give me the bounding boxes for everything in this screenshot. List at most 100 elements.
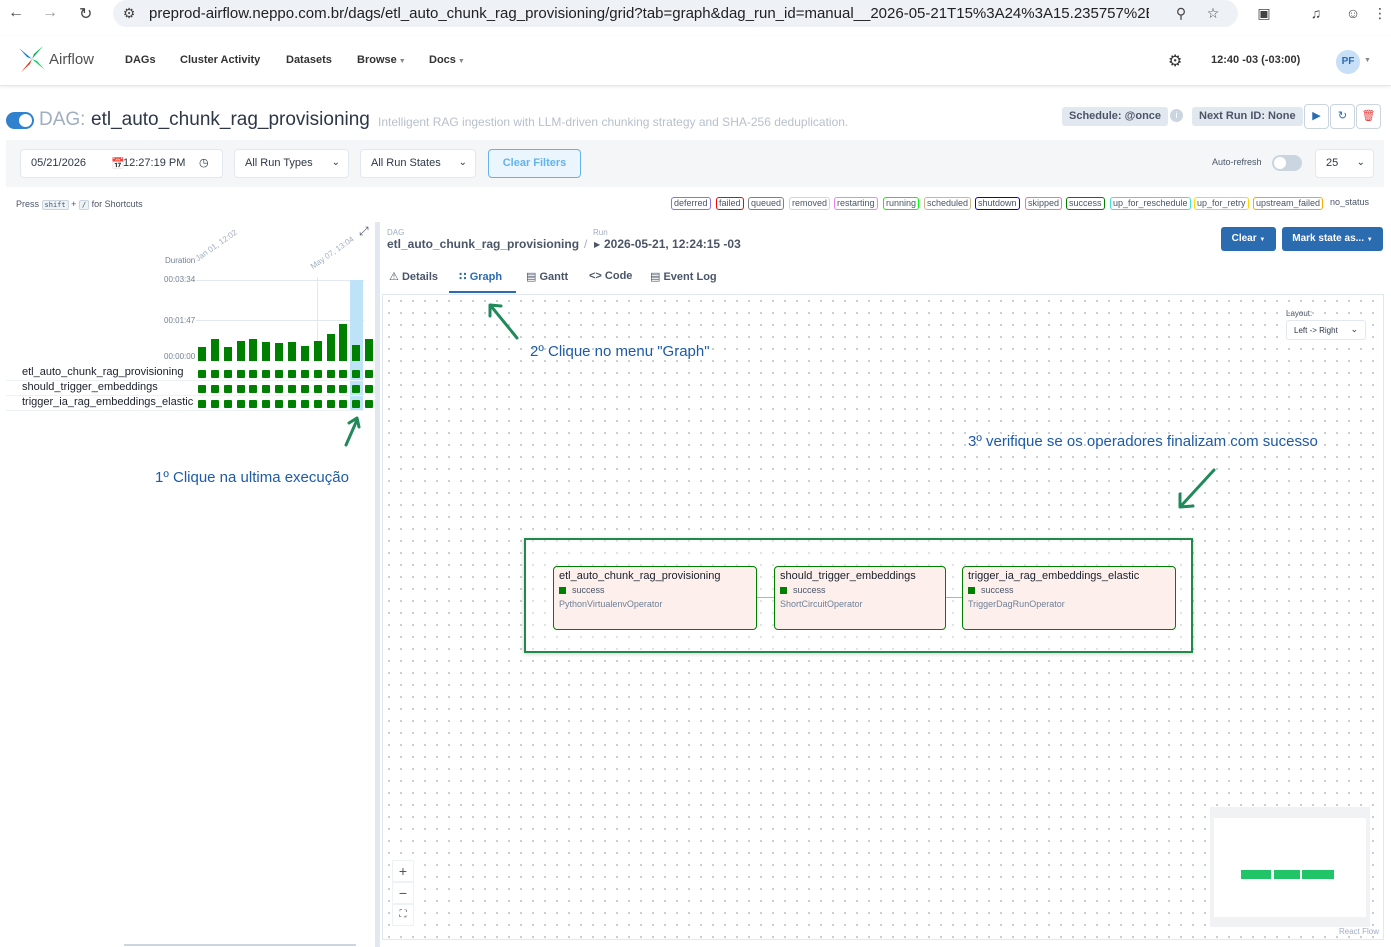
task-instance-cell[interactable] (223, 385, 232, 393)
page-size-select[interactable]: 25 ⌄ (1315, 149, 1374, 178)
tab-event-log[interactable]: ▤ Event Log (650, 270, 717, 283)
task-instance-cell[interactable] (210, 400, 219, 408)
settings-gear-icon[interactable]: ⚙ (1168, 51, 1182, 71)
dag-pause-toggle[interactable] (6, 112, 34, 129)
task-instance-cell[interactable] (262, 385, 271, 393)
back-icon[interactable]: ← (8, 4, 24, 22)
run-duration-bar[interactable] (287, 342, 296, 361)
legend-deferred[interactable]: deferred (671, 197, 711, 210)
task-instance-cell[interactable] (365, 370, 374, 378)
task-instance-cell[interactable] (365, 385, 374, 393)
reload-icon[interactable]: ↻ (79, 4, 92, 24)
legend-removed[interactable]: removed (789, 197, 831, 210)
task-instance-cell[interactable] (249, 400, 258, 408)
clear-button[interactable]: Clear ▼ (1221, 227, 1276, 251)
tab-code[interactable]: <> Code (589, 270, 632, 282)
base-date-input[interactable]: 05/21/2026 📅 12:27:19 PM ◷ (20, 149, 223, 178)
task-instance-cell[interactable] (287, 370, 296, 378)
auto-refresh-toggle[interactable] (1272, 155, 1302, 171)
task-instance-cell[interactable] (326, 385, 335, 393)
task-instance-cell[interactable] (236, 400, 245, 408)
task-instance-cell[interactable] (352, 400, 361, 408)
trigger-dag-button[interactable]: ▶ (1304, 104, 1329, 129)
info-icon[interactable]: i (1170, 109, 1183, 122)
legend-up-for-retry[interactable]: up_for_retry (1194, 197, 1249, 210)
scrollbar[interactable] (124, 944, 356, 946)
task-node[interactable]: trigger_ia_rag_embeddings_elastic succes… (962, 566, 1176, 630)
task-instance-cell[interactable] (198, 385, 206, 393)
extensions-icon[interactable]: ▣ (1256, 5, 1272, 21)
panel-resizer[interactable] (375, 222, 380, 947)
task-instance-cell[interactable] (326, 370, 335, 378)
task-instance-cell[interactable] (275, 400, 284, 408)
reparse-dag-button[interactable]: ↻ (1330, 104, 1355, 129)
site-info-icon[interactable]: ⚙ (121, 5, 137, 21)
task-instance-cell[interactable] (275, 385, 284, 393)
task-node[interactable]: etl_auto_chunk_rag_provisioning success … (553, 566, 757, 630)
run-duration-bar[interactable] (326, 334, 335, 361)
task-name-row[interactable]: should_trigger_embeddings (22, 381, 158, 393)
task-instance-cell[interactable] (287, 400, 296, 408)
run-duration-bar[interactable] (365, 339, 374, 361)
legend-scheduled[interactable]: scheduled (924, 197, 972, 210)
user-avatar[interactable]: PF (1336, 50, 1360, 74)
task-instance-cell[interactable] (300, 385, 309, 393)
tab-details[interactable]: ⚠ Details (389, 270, 438, 283)
zoom-out-button[interactable]: − (392, 882, 414, 904)
task-instance-cell[interactable] (236, 385, 245, 393)
timezone-clock[interactable]: 12:40 -03 (-03:00) (1211, 54, 1300, 66)
legend-failed[interactable]: failed (716, 197, 744, 210)
tab-graph[interactable]: ∷ Graph (459, 270, 502, 283)
menu-icon[interactable]: ⋮ (1372, 5, 1388, 21)
task-node[interactable]: should_trigger_embeddings success ShortC… (774, 566, 946, 630)
run-duration-bar[interactable] (198, 347, 206, 361)
collapse-icon[interactable]: ⤢ (359, 224, 369, 239)
zoom-in-button[interactable]: + (392, 860, 414, 882)
run-duration-bar[interactable] (275, 343, 284, 361)
nav-docs[interactable]: Docs ▼ (429, 54, 465, 66)
legend-upstream-failed[interactable]: upstream_failed (1253, 197, 1324, 210)
legend-no-status[interactable]: no_status (1328, 197, 1372, 210)
task-instance-cell[interactable] (300, 370, 309, 378)
layout-select[interactable]: Left -> Right ⌄ (1286, 320, 1366, 340)
profile-icon[interactable]: ☺ (1345, 5, 1361, 21)
address-bar[interactable]: ⚙ preprod-airflow.neppo.com.br/dags/etl_… (113, 0, 1238, 27)
run-duration-bar[interactable] (339, 324, 348, 361)
breadcrumb-run-value[interactable]: 2026-05-21, 12:24:15 -03 (604, 237, 741, 251)
tab-gantt[interactable]: ▤ Gantt (526, 270, 568, 283)
task-instance-cell[interactable] (249, 385, 258, 393)
nav-browse[interactable]: Browse ▼ (357, 54, 406, 66)
run-duration-bar[interactable] (300, 346, 309, 361)
task-instance-cell[interactable] (236, 370, 245, 378)
task-instance-cell[interactable] (339, 385, 348, 393)
task-instance-cell[interactable] (300, 400, 309, 408)
airflow-logo-text[interactable]: Airflow (49, 51, 94, 68)
bookmark-star-icon[interactable]: ☆ (1205, 5, 1221, 21)
legend-up-for-reschedule[interactable]: up_for_reschedule (1110, 197, 1191, 210)
mark-state-button[interactable]: Mark state as... ▼ (1282, 227, 1383, 251)
legend-skipped[interactable]: skipped (1025, 197, 1063, 210)
task-instance-cell[interactable] (287, 385, 296, 393)
task-instance-cell[interactable] (198, 400, 206, 408)
legend-queued[interactable]: queued (748, 197, 785, 210)
task-instance-cell[interactable] (313, 400, 322, 408)
task-instance-cell[interactable] (313, 385, 322, 393)
task-instance-cell[interactable] (262, 400, 271, 408)
run-states-select[interactable]: All Run States ⌄ (360, 149, 476, 178)
run-duration-bar[interactable] (210, 339, 219, 361)
task-instance-cell[interactable] (223, 370, 232, 378)
task-instance-cell[interactable] (326, 400, 335, 408)
nav-dags[interactable]: DAGs (125, 54, 156, 66)
graph-minimap[interactable] (1210, 807, 1370, 927)
task-instance-cell[interactable] (275, 370, 284, 378)
run-duration-bar[interactable] (223, 347, 232, 361)
task-instance-cell[interactable] (352, 385, 361, 393)
nav-cluster-activity[interactable]: Cluster Activity (180, 54, 260, 66)
task-instance-cell[interactable] (198, 370, 206, 378)
task-name-row[interactable]: etl_auto_chunk_rag_provisioning (22, 366, 183, 378)
clear-filters-button[interactable]: Clear Filters (488, 149, 581, 178)
task-instance-cell[interactable] (313, 370, 322, 378)
run-types-select[interactable]: All Run Types ⌄ (234, 149, 349, 178)
breadcrumb-dag-link[interactable]: etl_auto_chunk_rag_provisioning (387, 237, 579, 251)
clock-icon[interactable]: ◷ (199, 156, 209, 169)
